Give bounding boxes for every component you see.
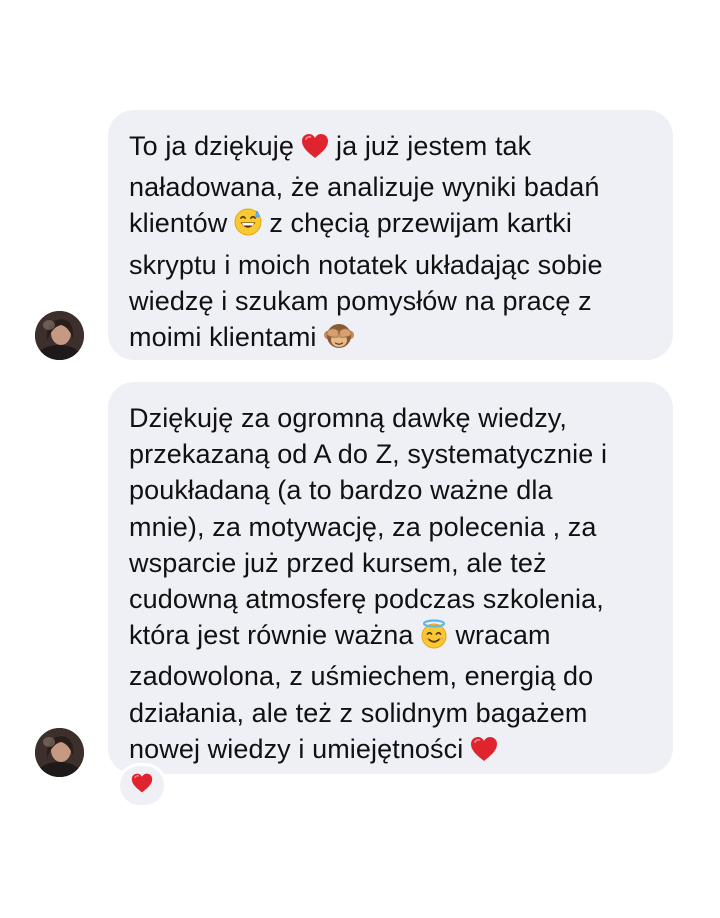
- message-text: nowej wiedzy i umiejętności: [129, 733, 464, 764]
- smiling-halo-emoji-icon: [419, 619, 449, 658]
- message-line: nowej wiedzy i umiejętności: [129, 731, 651, 772]
- message-text: To ja dziękuję: [129, 131, 294, 161]
- heart-reaction-icon: [130, 772, 154, 799]
- message-line: skryptu i moich notatek układając sobie: [129, 247, 651, 283]
- grinning-sweat-emoji-icon: [233, 207, 263, 246]
- message-line: poukładaną (a to bardzo ważne dla: [129, 472, 651, 508]
- message-line: moimi klientami: [129, 319, 651, 360]
- message-text: klientów: [129, 208, 228, 239]
- message-thread: To ja dziękuję ja już jestem tak naładowa…: [0, 0, 720, 918]
- message-line: wsparcie już przed kursem, ale też: [129, 545, 651, 581]
- message-text: zadowolona, z uśmiechem, energią do: [129, 661, 594, 692]
- message-text: działania, ale też z solidnym bagażem: [129, 697, 588, 728]
- message-text: skryptu i moich notatek układając sobie: [129, 249, 603, 280]
- heart-emoji-icon: [469, 735, 499, 772]
- message-text: która jest równie ważna: [129, 620, 414, 651]
- message-text: ja już jestem tak: [336, 131, 532, 161]
- message-line: przekazaną od A do Z, systematycznie i: [129, 436, 651, 472]
- message-text: wiedzę i szukam pomysłów na pracę z: [129, 285, 592, 316]
- message-text: naładowana, że analizuje wyniki badań: [129, 172, 600, 203]
- message-line: działania, ale też z solidnym bagażem: [129, 695, 651, 731]
- message-line: zadowolona, z uśmiechem, energią do: [129, 658, 651, 694]
- message-line: naładowana, że analizuje wyniki badań: [129, 169, 651, 205]
- message-line: Dziękuję za ogromną dawkę wiedzy,: [129, 400, 651, 436]
- message-line: klientów z chęcią przewijam kartki: [129, 205, 651, 246]
- see-no-evil-monkey-emoji-icon: [323, 321, 355, 360]
- message-text: wsparcie już przed kursem, ale też: [129, 547, 547, 578]
- message-text: Dziękuję za ogromną dawkę wiedzy,: [129, 403, 568, 433]
- avatar[interactable]: [35, 728, 84, 777]
- message-text: poukładaną (a to bardzo ważne dla: [129, 475, 553, 506]
- heart-emoji-icon: [300, 132, 330, 169]
- message-line: która jest równie ważna wracam: [129, 617, 651, 658]
- message-text: mnie), za motywację, za polecenia , za: [129, 511, 597, 542]
- message-text: cudowną atmosferę podczas szkolenia,: [129, 584, 604, 615]
- message-line: wiedzę i szukam pomysłów na pracę z: [129, 283, 651, 319]
- message-text: z chęcią przewijam kartki: [269, 208, 572, 239]
- message-line: cudowną atmosferę podczas szkolenia,: [129, 581, 651, 617]
- message-text: przekazaną od A do Z, systematycznie i: [129, 439, 608, 470]
- avatar[interactable]: [35, 311, 84, 360]
- message-line: To ja dziękuję ja już jestem tak: [129, 128, 651, 169]
- message-bubble-1[interactable]: To ja dziękuję ja już jestem tak naładowa…: [108, 110, 673, 360]
- message-text: wracam: [455, 620, 551, 651]
- message-line: mnie), za motywację, za polecenia , za: [129, 509, 651, 545]
- message-reaction[interactable]: [117, 763, 167, 808]
- message-text: moimi klientami: [129, 322, 317, 353]
- message-bubble-2[interactable]: Dziękuję za ogromną dawkę wiedzy, przeka…: [108, 382, 673, 774]
